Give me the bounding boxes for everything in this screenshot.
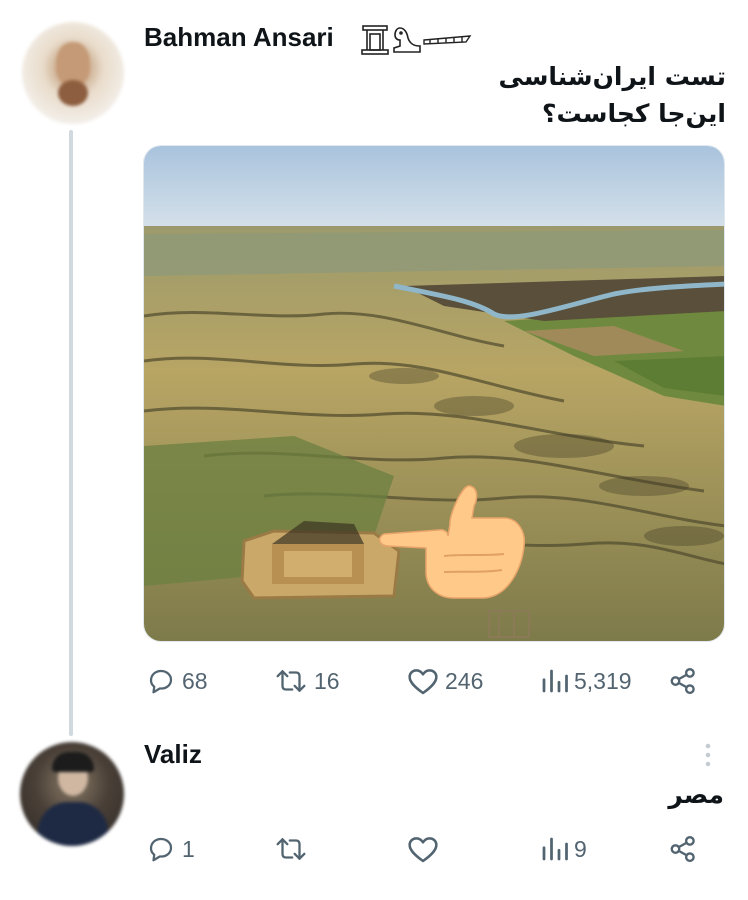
feather-icon [423,35,472,45]
reply-text: مصر [668,780,724,809]
heart-icon [408,837,438,863]
reply-like-button[interactable] [407,834,445,864]
reply-views-button[interactable]: 9 [540,834,587,864]
repost-button[interactable]: 16 [274,666,340,696]
share-button[interactable] [668,666,698,696]
avatar-beard [58,80,88,106]
repost-icon [276,670,306,692]
reply-icon [149,669,173,694]
repost-icon [276,838,306,860]
sphinx-icon [393,27,421,53]
author-name[interactable]: Bahman Ansari [144,22,334,53]
like-count: 246 [445,667,484,694]
like-button[interactable]: 246 [407,666,483,696]
classical-building-icon [361,25,389,55]
heart-icon [408,669,438,695]
views-count: 5,319 [574,667,632,694]
post-text-line-1: تست ایران‌شناسی [498,62,726,91]
reply-icon [149,837,173,862]
views-chart-icon [542,837,568,861]
aerial-landscape-image [144,146,724,641]
views-button[interactable]: 5,319 [540,666,632,696]
reply-share-button[interactable] [668,834,698,864]
post-text: تست ایران‌شناسی این‌جا کجاست؟ [499,58,726,132]
repost-count: 16 [314,667,340,694]
reply-author-name[interactable]: Valiz [144,739,202,770]
thread-line [69,130,73,736]
reply-count: 68 [182,667,208,694]
more-options-icon[interactable] [703,742,713,768]
reply-views-count: 9 [574,835,587,862]
reply-repost-button[interactable] [274,834,314,864]
views-chart-icon [542,669,568,693]
reply-reply-button[interactable]: 1 [146,834,195,864]
post-text-line-2: این‌جا کجاست؟ [541,99,726,128]
reply-author-avatar[interactable] [20,742,124,846]
share-icon [670,835,695,863]
name-emoji-icons [361,25,472,55]
reply-reply-count: 1 [182,835,195,862]
avatar-torso [38,802,108,846]
author-avatar[interactable] [22,22,124,124]
post-image[interactable] [143,145,725,642]
ziggurat [240,521,401,600]
avatar-cap [52,752,94,772]
share-icon [670,667,695,695]
reply-button[interactable]: 68 [146,666,208,696]
